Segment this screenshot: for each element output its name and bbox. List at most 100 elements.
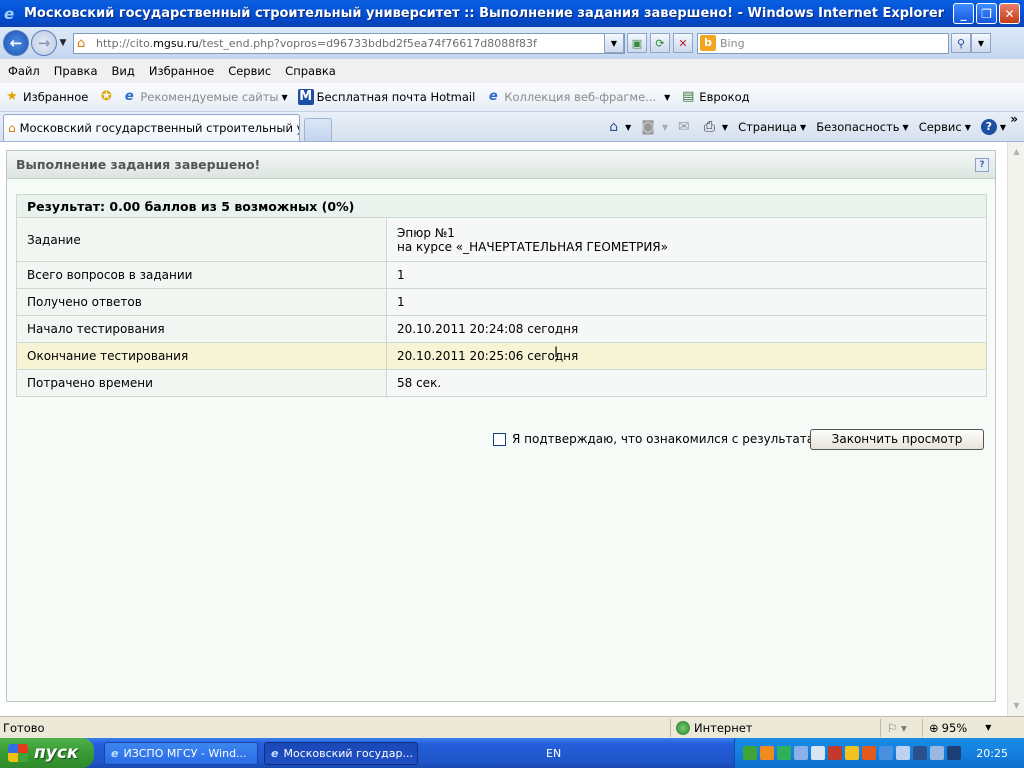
home-button[interactable]: ⌂ ▼ xyxy=(609,119,631,135)
panel-header: Выполнение задания завершено! ? xyxy=(7,151,995,179)
menu-view[interactable]: Вид xyxy=(112,64,135,78)
ie-logo-icon: e xyxy=(4,4,15,23)
address-toolbar: ← → ▼ ⌂ http://cito. mgsu.ru/test_end.php… xyxy=(0,27,1024,59)
internet-globe-icon xyxy=(676,720,690,735)
row-key: Всего вопросов в задании xyxy=(16,261,387,289)
add-to-favorites-bar-button[interactable]: ✪ xyxy=(98,89,117,105)
taskbar-item[interactable]: e ИЗСПО МГСУ - Wind... xyxy=(104,741,258,765)
address-dropdown-button[interactable]: ▼ xyxy=(604,33,624,53)
zoom-control[interactable]: ⊕ 95% ▼ xyxy=(922,718,1002,737)
safety-menu[interactable]: Безопасность ▼ xyxy=(816,120,909,134)
tray-icon[interactable] xyxy=(828,746,842,760)
search-options-icon[interactable]: ▼ xyxy=(971,33,991,53)
vertical-scrollbar[interactable]: ▲ ▼ xyxy=(1007,142,1024,716)
feeds-button[interactable]: ◙ ▼ xyxy=(641,119,668,135)
menu-favorites[interactable]: Избранное xyxy=(149,64,214,78)
zoom-icon: ⊕ xyxy=(929,720,939,735)
confirm-checkbox-row[interactable]: Я подтверждаю, что ознакомился с результ… xyxy=(493,432,831,446)
favorites-star-icon: ★ xyxy=(6,89,18,104)
fav-label: Рекомендуемые сайты xyxy=(140,90,279,104)
help-menu[interactable]: ? ▼ xyxy=(980,119,1006,135)
url-prefix: http://cito. xyxy=(96,36,154,50)
search-icon[interactable]: ⚲ xyxy=(951,33,971,53)
close-button[interactable]: ✕ xyxy=(999,3,1020,24)
start-label: пуск xyxy=(34,743,79,763)
window-title-bar[interactable]: e Московский государственный строительны… xyxy=(0,0,1024,27)
fav-label: Еврокод xyxy=(699,90,750,104)
scroll-up-icon[interactable]: ▲ xyxy=(1009,144,1024,160)
compatibility-view-icon[interactable]: ▣ xyxy=(627,33,647,53)
search-input[interactable]: b Bing xyxy=(697,32,949,54)
tray-icon[interactable] xyxy=(913,746,927,760)
maximize-button[interactable]: ❐ xyxy=(976,3,997,24)
protected-mode-icon[interactable]: ⚐ ▾ xyxy=(880,718,922,737)
mail-icon: ✉ xyxy=(677,119,690,135)
tray-icon[interactable] xyxy=(743,746,757,760)
scroll-down-icon[interactable]: ▼ xyxy=(1009,698,1024,714)
row-value: 1 xyxy=(386,288,987,316)
minimize-button[interactable]: _ xyxy=(953,3,974,24)
menu-edit[interactable]: Правка xyxy=(54,64,98,78)
page-icon: ⌂ xyxy=(77,35,86,51)
tray-icon[interactable] xyxy=(777,746,791,760)
tray-icon[interactable] xyxy=(947,746,961,760)
finish-review-button[interactable]: Закончить просмотр xyxy=(810,429,984,450)
window-title: Московский государственный строительный … xyxy=(24,6,945,21)
confirm-checkbox[interactable] xyxy=(493,432,506,446)
tray-icon[interactable] xyxy=(811,746,825,760)
ie-icon: e xyxy=(488,89,498,104)
help-icon: ? xyxy=(980,119,997,135)
back-button[interactable]: ← xyxy=(3,30,29,56)
start-button[interactable]: пуск xyxy=(0,738,94,768)
tray-icon[interactable] xyxy=(896,746,910,760)
fav-eurocode[interactable]: ▤ Еврокод xyxy=(680,89,749,105)
text-cursor-icon: I xyxy=(554,345,559,361)
tray-icon[interactable] xyxy=(845,746,859,760)
security-zone[interactable]: Интернет xyxy=(670,718,880,737)
tab-active[interactable]: ⌂ Московский государственный строительны… xyxy=(3,114,300,141)
task-label: Московский государ... xyxy=(283,746,413,760)
print-button[interactable]: ⎙ ▼ xyxy=(704,119,728,135)
zoom-level: 95% xyxy=(941,720,968,735)
taskbar-item-active[interactable]: e Московский государ... xyxy=(264,741,418,765)
printer-icon: ⎙ xyxy=(703,119,715,135)
favorites-button[interactable]: ★ Избранное xyxy=(4,89,88,105)
menu-help[interactable]: Справка xyxy=(285,64,336,78)
table-row: Получено ответов 1 xyxy=(16,288,987,316)
page-content: Выполнение задания завершено! ? Результа… xyxy=(0,142,1024,716)
address-input[interactable]: ⌂ http://cito. mgsu.ru/test_end.php?vopro… xyxy=(73,32,625,54)
tray-icon[interactable] xyxy=(794,746,808,760)
course-name: на курсе «_НАЧЕРТАТЕЛЬНАЯ ГЕОМЕТРИЯ» xyxy=(397,239,668,254)
menu-tools[interactable]: Сервис xyxy=(228,64,271,78)
ie-icon: e xyxy=(124,89,134,104)
search-placeholder: Bing xyxy=(720,36,745,50)
tools-menu[interactable]: Сервис ▼ xyxy=(919,120,971,134)
language-indicator[interactable]: EN xyxy=(546,747,561,760)
row-value: 20.10.2011 20:25:06 сегодня xyxy=(386,342,987,370)
fav-suggested-sites[interactable]: e Рекомендуемые сайты ▼ xyxy=(121,89,288,105)
clock[interactable]: 20:25 xyxy=(976,747,1008,760)
panel-title: Выполнение задания завершено! xyxy=(16,157,261,172)
tray-icon[interactable] xyxy=(930,746,944,760)
menu-bar: Файл Правка Вид Избранное Сервис Справка xyxy=(0,59,1024,83)
refresh-icon[interactable]: ⟳ xyxy=(650,33,670,53)
forward-button[interactable]: → xyxy=(31,30,57,56)
row-key: Начало тестирования xyxy=(16,315,387,343)
ie-icon: e xyxy=(111,746,119,760)
favorites-bar: ★ Избранное ✪ e Рекомендуемые сайты ▼ M … xyxy=(0,83,1024,112)
system-tray: 20:25 xyxy=(734,738,1024,768)
history-dropdown-icon[interactable]: ▼ xyxy=(57,38,69,48)
toolbar-overflow-icon[interactable]: » xyxy=(1010,112,1018,126)
tray-icon[interactable] xyxy=(760,746,774,760)
tray-icon[interactable] xyxy=(862,746,876,760)
fav-web-slice-gallery[interactable]: e Коллекция веб-фрагме... ▼ xyxy=(485,89,670,105)
menu-file[interactable]: Файл xyxy=(8,64,40,78)
fav-hotmail[interactable]: M Бесплатная почта Hotmail xyxy=(297,89,475,105)
stop-icon[interactable]: ✕ xyxy=(673,33,693,53)
help-icon[interactable]: ? xyxy=(975,158,989,172)
read-mail-button[interactable]: ✉ xyxy=(678,119,694,135)
page-menu[interactable]: Страница ▼ xyxy=(738,120,806,134)
tray-icon[interactable] xyxy=(879,746,893,760)
page-icon: ⌂ xyxy=(8,121,16,135)
new-tab-button[interactable] xyxy=(304,118,332,141)
